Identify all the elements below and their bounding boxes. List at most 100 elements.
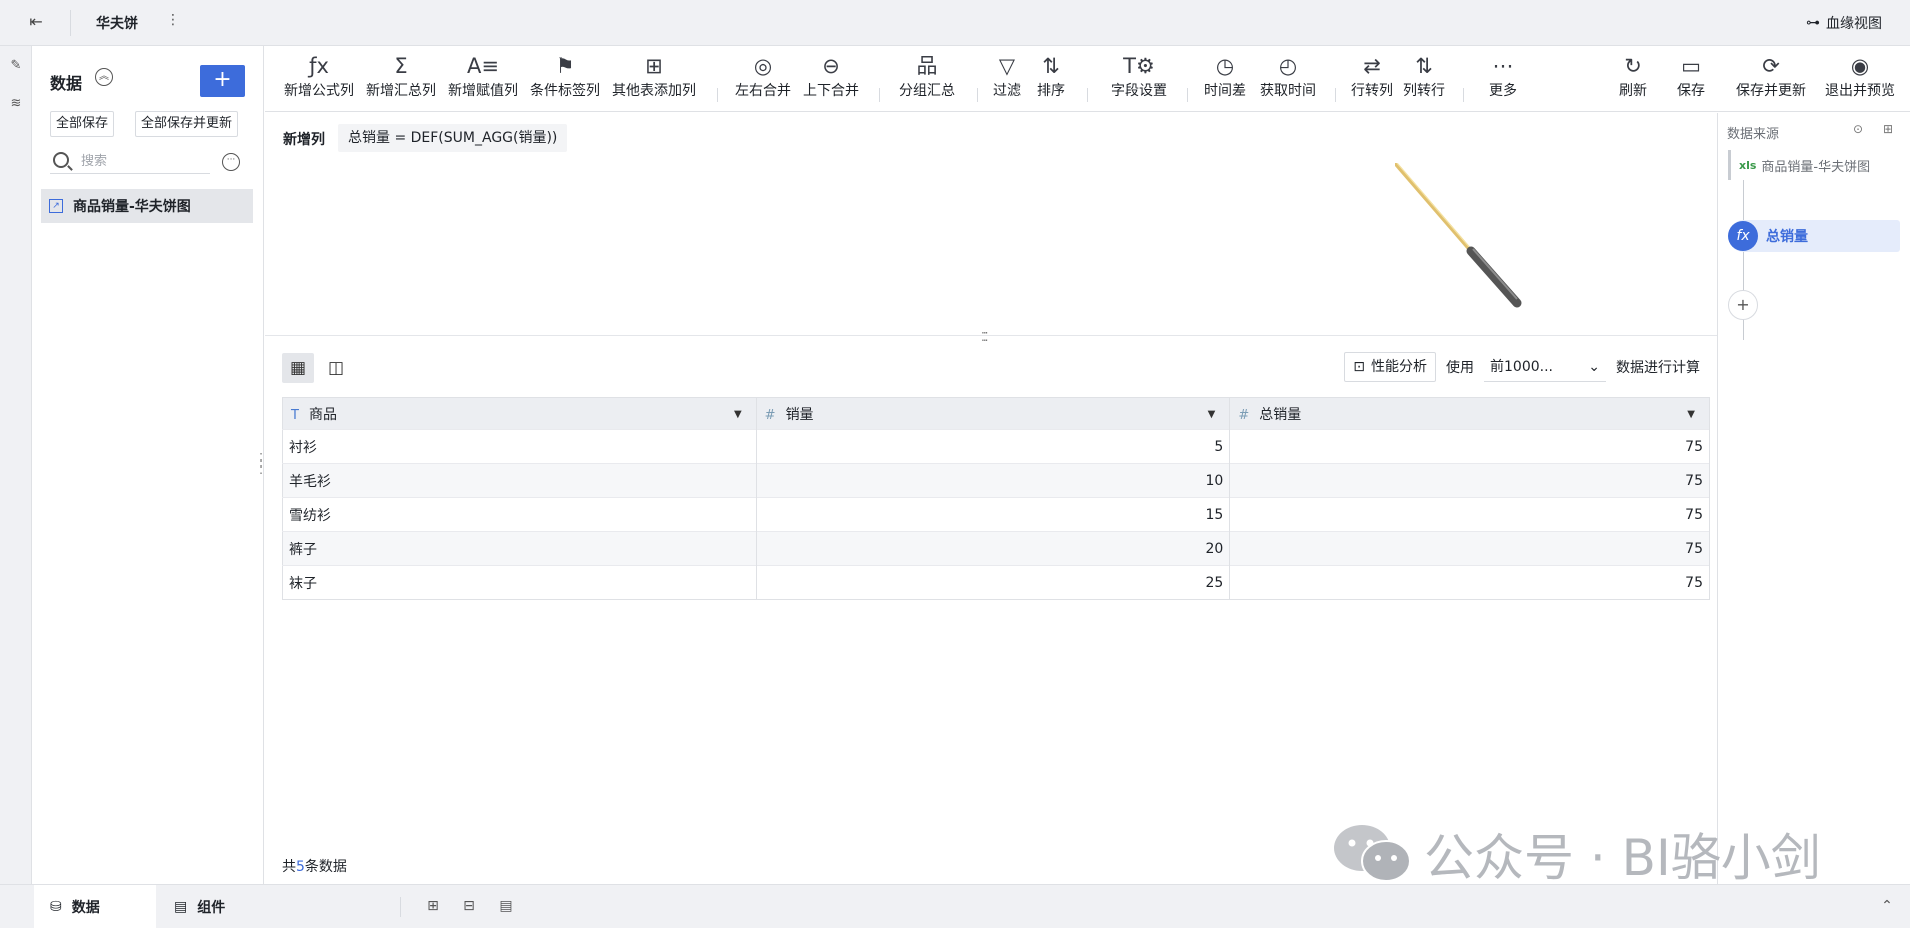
locate-icon[interactable]: ⊙ <box>1850 122 1866 138</box>
save-button[interactable]: ▭ 保存 <box>1673 50 1709 100</box>
tab-component[interactable]: ▤ 组件 <box>158 885 241 929</box>
save-all-button[interactable]: 全部保存 <box>50 111 115 137</box>
add-report-icon[interactable]: ▤ <box>497 898 515 916</box>
cell[interactable]: 裤子 <box>282 531 757 566</box>
cell[interactable]: 75 <box>1229 429 1710 464</box>
chart-analysis-icon: ⊡ <box>1353 359 1365 375</box>
dataset-item[interactable]: ↗ 商品销量-华夫饼图 <box>41 189 253 223</box>
column-header-product[interactable]: T 商品 ▼ <box>282 397 757 430</box>
exit-and-preview-button[interactable]: ◉ 退出并预览 <box>1820 50 1900 100</box>
dropdown-arrow-icon[interactable]: ▼ <box>1687 409 1695 420</box>
add-chart-icon[interactable]: ⊞ <box>424 898 442 916</box>
cell[interactable]: 雪纺衫 <box>282 497 757 532</box>
add-dashboard-icon[interactable]: ⊟ <box>460 898 478 916</box>
cell[interactable]: 衬衫 <box>282 429 757 464</box>
tool-label: 其他表添加列 <box>612 83 696 99</box>
merge-horizontal-button[interactable]: ◎ 左右合并 <box>733 50 793 100</box>
view-switcher: ▦ ◫ <box>282 353 352 383</box>
cell[interactable]: 75 <box>1229 531 1710 566</box>
panel-title: 数据来源 <box>1727 127 1780 142</box>
dropdown-arrow-icon[interactable]: ▼ <box>1208 409 1216 420</box>
excel-icon: xls <box>1739 158 1757 172</box>
tool-label: 排序 <box>1037 83 1065 99</box>
panel-resize-grip[interactable]: ⁚ ⁚ ⁚ <box>256 452 266 476</box>
cell[interactable]: 5 <box>756 429 1231 464</box>
sort-icon: ⇅ <box>1042 54 1060 78</box>
cell[interactable]: 10 <box>756 463 1231 498</box>
options-icon[interactable]: ··· <box>222 153 240 171</box>
group-summary-button[interactable]: 品分组汇总 <box>895 50 959 100</box>
field-settings-icon: T⚙ <box>1123 54 1155 78</box>
column-header-total-sales[interactable]: # 总销量 ▼ <box>1229 397 1710 430</box>
add-step-button[interactable]: + <box>1728 290 1758 320</box>
merge-vertical-button[interactable]: ⊖ 上下合并 <box>801 50 861 100</box>
performance-analysis-button[interactable]: ⊡ 性能分析 <box>1344 352 1436 382</box>
formula-expression[interactable]: 总销量 = DEF(SUM_AGG(销量)) <box>338 124 568 152</box>
more-button[interactable]: ⋯ 更多 <box>1485 50 1521 100</box>
column-name: 总销量 <box>1259 406 1302 423</box>
tool-label: 新增赋值列 <box>448 83 518 99</box>
save-all-update-button[interactable]: 全部保存并更新 <box>135 111 239 137</box>
cell[interactable]: 羊毛衫 <box>282 463 757 498</box>
data-panel: 数据 ︽ + 全部保存 全部保存并更新 搜索 ··· ↗ 商品销量-华夫饼图 <box>33 46 264 884</box>
cell[interactable]: 75 <box>1229 463 1710 498</box>
refresh-button[interactable]: ↻ 刷新 <box>1615 50 1651 100</box>
node-label: 总销量 <box>1766 229 1808 245</box>
database-icon: ⛁ <box>50 899 62 915</box>
step-node-total-sales[interactable]: fx 总销量 <box>1728 220 1900 252</box>
collapse-icon[interactable]: ︽ <box>95 68 113 86</box>
settings-sliders-icon[interactable]: ≋ <box>8 96 24 112</box>
cell[interactable]: 15 <box>756 497 1231 532</box>
tool-label: 时间差 <box>1204 83 1246 99</box>
tool-label: 字段设置 <box>1111 83 1167 99</box>
use-label: 使用 <box>1446 360 1474 376</box>
collapse-up-icon[interactable]: ⌃ <box>1878 898 1896 916</box>
condition-label-column-button[interactable]: ⚑ 条件标签列 <box>527 50 603 100</box>
more-menu-icon[interactable]: ⋮ <box>166 12 180 28</box>
number-type-icon: # <box>1238 407 1250 423</box>
filter-button[interactable]: ▽ 过滤 <box>989 50 1025 100</box>
bottom-bar: ⛁ 数据 ▤ 组件 ⊞ ⊟ ▤ ⌃ <box>0 884 1910 929</box>
exit-icon[interactable]: ⇤ <box>24 12 48 34</box>
tool-label: 新增公式列 <box>284 83 354 99</box>
column-name: 销量 <box>785 406 814 423</box>
dropdown-arrow-icon[interactable]: ▼ <box>734 409 742 420</box>
source-node[interactable]: xls 商品销量-华夫饼图 <box>1728 150 1900 180</box>
lineage-view-button[interactable]: ⊶ 血缘视图 <box>1806 13 1882 33</box>
formula-label: 新增列 <box>283 132 325 148</box>
other-table-add-column-button[interactable]: ⊞ 其他表添加列 <box>609 50 699 100</box>
column-header-sales[interactable]: # 销量 ▼ <box>756 397 1231 430</box>
add-summary-column-button[interactable]: Σ 新增汇总列 <box>363 50 439 100</box>
cell[interactable]: 25 <box>756 565 1231 600</box>
table-row: 衬衫 5 75 <box>282 429 1710 464</box>
expand-icon[interactable]: ⊞ <box>1880 122 1896 138</box>
save-and-update-button[interactable]: ⟳ 保存并更新 <box>1731 50 1811 100</box>
column-to-row-button[interactable]: ⇅ 列转行 <box>1401 50 1447 100</box>
get-time-button[interactable]: ◴ 获取时间 <box>1257 50 1319 100</box>
cell[interactable]: 75 <box>1229 497 1710 532</box>
cell[interactable]: 20 <box>756 531 1231 566</box>
tool-label: 左右合并 <box>735 83 791 99</box>
sort-button[interactable]: ⇅ 排序 <box>1033 50 1069 100</box>
data-edit-icon[interactable]: ✎ <box>8 58 24 74</box>
field-settings-button[interactable]: T⚙ 字段设置 <box>1107 50 1171 100</box>
add-assign-column-button[interactable]: A≡ 新增赋值列 <box>445 50 521 100</box>
calc-label: 数据进行计算 <box>1616 360 1700 376</box>
cell[interactable]: 袜子 <box>282 565 757 600</box>
tab-data[interactable]: ⛁ 数据 <box>34 885 156 929</box>
row-limit-select[interactable]: 前1000... ⌄ <box>1484 352 1606 382</box>
count-number: 5 <box>296 859 305 875</box>
layout-view-icon[interactable]: ◫ <box>320 353 352 383</box>
row-limit-value: 前1000... <box>1490 359 1553 375</box>
search-input[interactable]: 搜索 <box>50 146 210 174</box>
cell[interactable]: 75 <box>1229 565 1710 600</box>
add-formula-column-button[interactable]: ƒx 新增公式列 <box>281 50 357 100</box>
filter-icon: ▽ <box>998 54 1016 78</box>
add-data-button[interactable]: + <box>200 65 245 97</box>
tool-label: 退出并预览 <box>1825 83 1895 99</box>
resize-handle-icon[interactable]: ⁚⁚⁚ <box>981 330 989 344</box>
row-to-column-button[interactable]: ⇄ 行转列 <box>1349 50 1395 100</box>
time-diff-button[interactable]: ◷ 时间差 <box>1201 50 1249 100</box>
grid-view-icon[interactable]: ▦ <box>282 353 314 383</box>
data-table: T 商品 ▼ # 销量 ▼ # 总销量 ▼ 衬衫 5 75 羊毛衫 10 75 雪纺衫 15 75 裤子… <box>282 397 1710 600</box>
